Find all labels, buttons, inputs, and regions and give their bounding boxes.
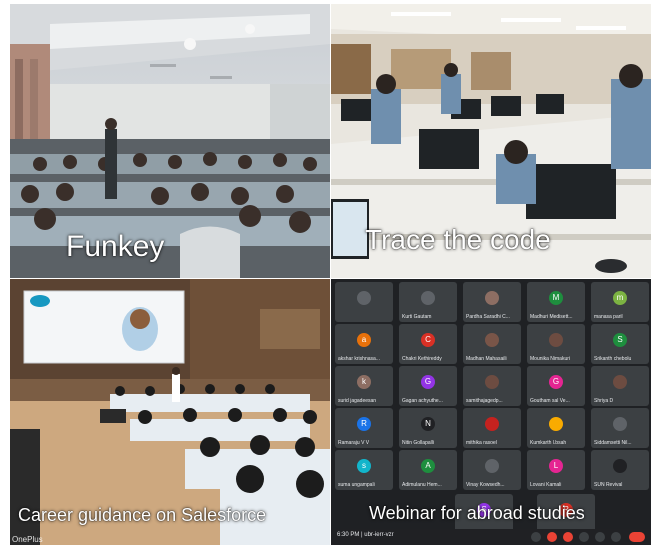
participant-tile: k surid jagadeesan	[335, 366, 393, 406]
participant-name: SUN Revival	[594, 482, 623, 488]
participant-avatar	[549, 333, 563, 347]
participant-avatar	[357, 291, 371, 305]
participant-avatar: M	[549, 291, 563, 305]
participant-name: Kumkarth l.bsah	[530, 440, 567, 446]
participant-name: Pardha Saradhi C...	[466, 314, 510, 320]
participant-tile: samithajagedp...	[463, 366, 521, 406]
auditorium-photo	[10, 4, 330, 278]
captions-icon	[531, 532, 541, 542]
participant-avatar: G	[549, 375, 563, 389]
participant-tile: Madhan Mahasaili	[463, 324, 521, 364]
participant-name: surid jagadeesan	[338, 398, 377, 404]
participant-name: Adimulanu Hem...	[402, 482, 442, 488]
participant-name: Gagan achyuthe...	[402, 398, 443, 404]
participant-tile: m manasa paril	[591, 282, 649, 322]
caption-trace-the-code: Trace the code	[365, 224, 551, 255]
participant-tile: A Adimulanu Hem...	[399, 450, 457, 490]
participant-avatar: s	[357, 459, 371, 473]
end-call-icon	[629, 532, 645, 542]
caption-career-guidance: Career guidance on Salesforce	[18, 505, 267, 525]
participant-avatar	[613, 459, 627, 473]
participant-name: Goutham sal Ve...	[530, 398, 570, 404]
participant-avatar: C	[421, 333, 435, 347]
camera-off-icon	[563, 532, 573, 542]
participant-tile: s suma ungampali	[335, 450, 393, 490]
participant-name: manasa paril	[594, 314, 623, 320]
participant-name: Chakri Kethireddy	[402, 356, 442, 362]
participant-avatar	[485, 333, 499, 347]
participant-name: Nitin Gollapalli	[402, 440, 434, 446]
photo-webinar: Kurti Gautam Pardha Saradhi C... M Madhuri …	[331, 279, 651, 545]
participant-tile: a akshar krishnasa...	[335, 324, 393, 364]
participant-name: Vinay Kowsedh...	[466, 482, 505, 488]
participant-tile: Siddamsetti Nil...	[591, 408, 649, 448]
participant-avatar	[549, 417, 563, 431]
participant-tile: Mounika Nimakuri	[527, 324, 585, 364]
participant-avatar	[613, 375, 627, 389]
participant-tile: Kumkarth l.bsah	[527, 408, 585, 448]
mic-off-icon	[547, 532, 557, 542]
participant-name: samithajagedp...	[466, 398, 503, 404]
participant-avatar	[485, 291, 499, 305]
participant-avatar	[613, 417, 627, 431]
participant-name: Madhuri Medisett...	[530, 314, 573, 320]
participant-name: Shriya D	[594, 398, 614, 404]
participant-tile: G Goutham sal Ve...	[527, 366, 585, 406]
participant-tile: G Gagan achyuthe...	[399, 366, 457, 406]
participant-avatar: N	[421, 417, 435, 431]
participant-avatar	[485, 417, 499, 431]
participant-name: Madhan Mahasaili	[466, 356, 507, 362]
participant-avatar: A	[421, 459, 435, 473]
participant-name: suma ungampali	[338, 482, 375, 488]
photo-trace-the-code: Trace the code	[331, 4, 651, 278]
participant-tile: Vinay Kowsedh...	[463, 450, 521, 490]
meeting-toolbar: 6:30 PM | ubr-ierr-vzr	[331, 529, 651, 545]
participant-avatar: m	[613, 291, 627, 305]
participant-name: Siddamsetti Nil...	[594, 440, 632, 446]
participant-name: mithika rasoel	[466, 440, 497, 446]
meeting-time: 6:30 PM | ubr-ierr-vzr	[337, 532, 394, 538]
participant-avatar: G	[421, 375, 435, 389]
participant-tile: Kurti Gautam	[399, 282, 457, 322]
participant-tile: mithika rasoel	[463, 408, 521, 448]
participant-avatar: L	[549, 459, 563, 473]
participant-name: Lovani Kamali	[530, 482, 562, 488]
participant-tile: C Chakri Kethireddy	[399, 324, 457, 364]
participant-tile	[335, 282, 393, 322]
participant-name: Srikanth chebolu	[594, 356, 632, 362]
participant-name: Kurti Gautam	[402, 314, 432, 320]
participant-tile: SUN Revival	[591, 450, 649, 490]
participant-tile: M Madhuri Medisett...	[527, 282, 585, 322]
caption-webinar: Webinar for abroad studies	[369, 503, 585, 523]
participant-tile: L Lovani Kamali	[527, 450, 585, 490]
caption-funkey: Funkey	[66, 230, 165, 263]
participant-avatar	[421, 291, 435, 305]
more-options-icon	[611, 532, 621, 542]
participant-tile: Pardha Saradhi C...	[463, 282, 521, 322]
participant-name: Mounika Nimakuri	[530, 356, 571, 362]
participant-name: akshar krishnasa...	[338, 356, 380, 362]
participant-avatar: S	[613, 333, 627, 347]
camera-watermark: OnePlus	[12, 535, 43, 544]
participant-avatar	[485, 375, 499, 389]
participant-tile: S Srikanth chebolu	[591, 324, 649, 364]
participant-avatar	[485, 459, 499, 473]
participant-tile: N Nitin Gollapalli	[399, 408, 457, 448]
participant-avatar: k	[357, 375, 371, 389]
present-icon	[595, 532, 605, 542]
photo-funkey: Funkey	[10, 4, 330, 278]
participant-name: Ramaraju V V	[338, 440, 370, 446]
participant-tile: Shriya D	[591, 366, 649, 406]
participant-avatar: a	[357, 333, 371, 347]
raise-hand-icon	[579, 532, 589, 542]
participant-tile: R Ramaraju V V	[335, 408, 393, 448]
photo-career-guidance: Career guidance on Salesforce OnePlus	[10, 279, 330, 545]
participant-avatar: R	[357, 417, 371, 431]
